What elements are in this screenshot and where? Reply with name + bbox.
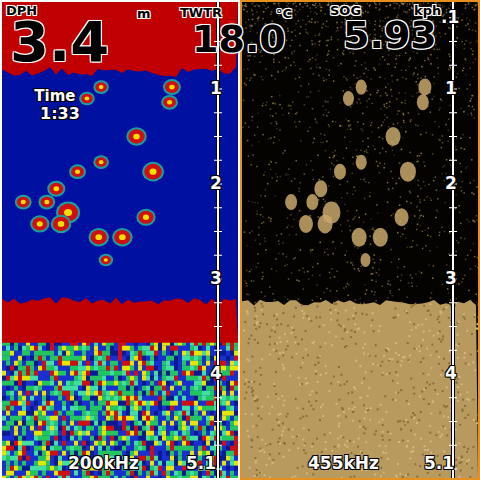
sonar-panel: 1 2 3 4 Time1:33 200kHz 5.1 [0,0,240,480]
fish-echo [400,162,416,182]
sonar-image [242,2,478,478]
fish-echo [93,155,109,169]
depth-label: 4 [445,365,457,382]
fish-echo [89,228,109,246]
fish-echo [306,194,318,210]
depth-label: 1 [210,80,222,97]
depth-label: 4 [210,365,222,382]
fish-echo [318,214,333,233]
fish-echo [285,194,297,210]
readout-label: TWTR [180,6,222,19]
fish-echo [47,181,65,197]
fish-echo [79,92,95,106]
fish-echo [356,155,367,170]
readout-unit: °C [276,7,292,20]
sonar-panel: .1 1 2 3 4 455kHz 5.1 [240,0,480,480]
range: 5.1 [186,455,216,472]
sonar-screen: 1234Time1:33200kHz5.1.11234455kHz5.1DPH3… [0,0,480,480]
fish-echo [373,228,388,247]
fish-echo [360,253,370,267]
depth-scale [2,2,238,478]
fish-echo [356,80,367,95]
fish-echo [93,80,109,94]
fish-echo [161,95,178,110]
fish-echo [395,208,409,226]
depth-label: 2 [445,175,457,192]
depth-label: .1 [441,9,459,26]
fish-echo [38,195,55,210]
fish-echo [112,228,132,246]
fish-echo [136,209,155,226]
fish-echo [299,215,313,233]
readout-unit: m [137,7,151,20]
frequency: 455kHz [308,455,379,472]
readout-value: 18.0 [192,20,286,58]
range: 5.1 [424,455,454,472]
fish-echo [163,79,181,95]
readout-value: 3.4 [10,14,109,70]
depth-label: 3 [210,270,222,287]
depth-label: 2 [210,175,222,192]
fish-echo [334,164,346,180]
fish-echo [418,79,431,96]
fish-echo [417,94,429,110]
fish-echo [51,215,71,233]
fish-echo [126,127,146,145]
fish-echo [142,162,164,182]
readout-value: 5.93 [343,16,437,54]
fish-echo [343,91,354,106]
fish-echo [30,215,49,232]
fish-echo [99,254,113,266]
fish-echo [386,127,401,146]
fish-echo [69,164,86,179]
frequency: 200kHz [68,455,139,472]
timer: Time1:33 [30,89,80,122]
depth-label: 3 [445,270,457,287]
depth-label: 1 [445,80,457,97]
fish-echo [314,180,327,197]
fish-echo [15,195,32,210]
depth-scale [242,2,478,478]
sonar-image [2,2,238,478]
readout-unit: kph [414,4,441,17]
fish-echo [352,228,367,247]
